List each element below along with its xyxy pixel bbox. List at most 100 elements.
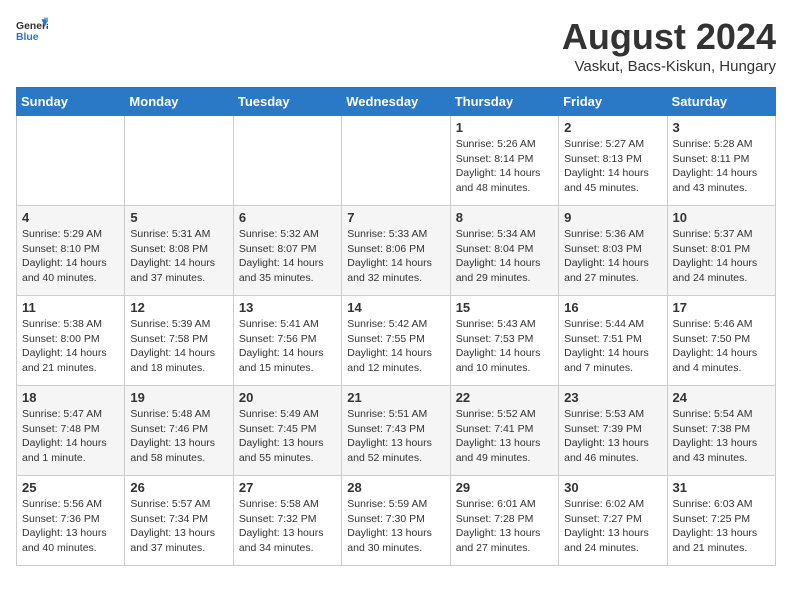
calendar-cell: 31 Sunrise: 6:03 AM Sunset: 7:25 PM Dayli… (667, 476, 775, 566)
day-number: 28 (347, 480, 444, 495)
calendar-cell: 5Sunrise: 5:31 AM Sunset: 8:08 PM Daylig… (125, 206, 233, 296)
day-number: 4 (22, 210, 119, 225)
day-info: Sunrise: 5:56 AM Sunset: 7:36 PM Dayligh… (22, 497, 119, 556)
day-info: Sunrise: 5:46 AM Sunset: 7:50 PM Dayligh… (673, 317, 770, 376)
day-info: Sunrise: 5:48 AM Sunset: 7:46 PM Dayligh… (130, 407, 227, 466)
calendar-cell: 4 Sunrise: 5:29 AM Sunset: 8:10 PM Daylig… (17, 206, 125, 296)
day-number: 7 (347, 210, 444, 225)
day-number: 29 (456, 480, 553, 495)
calendar-cell (233, 116, 341, 206)
day-number: 18 (22, 390, 119, 405)
day-info: Sunrise: 5:59 AM Sunset: 7:30 PM Dayligh… (347, 497, 444, 556)
calendar-cell: 24Sunrise: 5:54 AM Sunset: 7:38 PM Dayli… (667, 386, 775, 476)
day-number: 25 (22, 480, 119, 495)
day-info: Sunrise: 5:57 AM Sunset: 7:34 PM Dayligh… (130, 497, 227, 556)
day-number: 30 (564, 480, 661, 495)
calendar-cell: 19 Sunrise: 5:48 AM Sunset: 7:46 PM Dayli… (125, 386, 233, 476)
day-info: Sunrise: 5:53 AM Sunset: 7:39 PM Dayligh… (564, 407, 661, 466)
day-info: Sunrise: 5:58 AM Sunset: 7:32 PM Dayligh… (239, 497, 336, 556)
day-number: 6 (239, 210, 336, 225)
day-number: 22 (456, 390, 553, 405)
day-number: 31 (673, 480, 770, 495)
day-info: Sunrise: 5:38 AM Sunset: 8:00 PM Dayligh… (22, 317, 119, 376)
main-title: August 2024 (562, 16, 776, 58)
calendar-cell: 27 Sunrise: 5:58 AM Sunset: 7:32 PM Dayli… (233, 476, 341, 566)
calendar-cell: 9Sunrise: 5:36 AM Sunset: 8:03 PM Daylig… (559, 206, 667, 296)
calendar-cell: 28 Sunrise: 5:59 AM Sunset: 7:30 PM Dayli… (342, 476, 450, 566)
calendar-cell: 11 Sunrise: 5:38 AM Sunset: 8:00 PM Dayli… (17, 296, 125, 386)
day-info: Sunrise: 5:47 AM Sunset: 7:48 PM Dayligh… (22, 407, 119, 466)
day-number: 16 (564, 300, 661, 315)
col-header-sunday: Sunday (17, 88, 125, 116)
day-info: Sunrise: 5:51 AM Sunset: 7:43 PM Dayligh… (347, 407, 444, 466)
calendar-cell: 16 Sunrise: 5:44 AM Sunset: 7:51 PM Dayli… (559, 296, 667, 386)
calendar-cell: 3 Sunrise: 5:28 AM Sunset: 8:11 PM Daylig… (667, 116, 775, 206)
day-number: 15 (456, 300, 553, 315)
col-header-thursday: Thursday (450, 88, 558, 116)
day-number: 10 (673, 210, 770, 225)
col-header-saturday: Saturday (667, 88, 775, 116)
day-number: 17 (673, 300, 770, 315)
title-area: August 2024 Vaskut, Bacs-Kiskun, Hungary (562, 16, 776, 75)
day-info: Sunrise: 5:54 AM Sunset: 7:38 PM Dayligh… (673, 407, 770, 466)
day-number: 14 (347, 300, 444, 315)
day-number: 20 (239, 390, 336, 405)
calendar-cell: 30 Sunrise: 6:02 AM Sunset: 7:27 PM Dayli… (559, 476, 667, 566)
calendar-cell: 10Sunrise: 5:37 AM Sunset: 8:01 PM Dayli… (667, 206, 775, 296)
day-number: 1 (456, 120, 553, 135)
day-info: Sunrise: 5:39 AM Sunset: 7:58 PM Dayligh… (130, 317, 227, 376)
col-header-monday: Monday (125, 88, 233, 116)
day-info: Sunrise: 5:28 AM Sunset: 8:11 PM Dayligh… (673, 137, 770, 196)
day-info: Sunrise: 5:52 AM Sunset: 7:41 PM Dayligh… (456, 407, 553, 466)
calendar-cell: 12 Sunrise: 5:39 AM Sunset: 7:58 PM Dayli… (125, 296, 233, 386)
week-row-5: 25 Sunrise: 5:56 AM Sunset: 7:36 PM Dayli… (17, 476, 776, 566)
col-header-friday: Friday (559, 88, 667, 116)
week-row-1: 1 Sunrise: 5:26 AM Sunset: 8:14 PM Daylig… (17, 116, 776, 206)
calendar-cell (17, 116, 125, 206)
day-number: 26 (130, 480, 227, 495)
calendar-cell: 26 Sunrise: 5:57 AM Sunset: 7:34 PM Dayli… (125, 476, 233, 566)
week-row-3: 11 Sunrise: 5:38 AM Sunset: 8:00 PM Dayli… (17, 296, 776, 386)
day-info: Sunrise: 5:26 AM Sunset: 8:14 PM Dayligh… (456, 137, 553, 196)
day-number: 13 (239, 300, 336, 315)
day-info: Sunrise: 5:36 AM Sunset: 8:03 PM Dayligh… (564, 227, 661, 286)
day-info: Sunrise: 6:02 AM Sunset: 7:27 PM Dayligh… (564, 497, 661, 556)
calendar-cell: 1 Sunrise: 5:26 AM Sunset: 8:14 PM Daylig… (450, 116, 558, 206)
day-number: 27 (239, 480, 336, 495)
day-info: Sunrise: 5:27 AM Sunset: 8:13 PM Dayligh… (564, 137, 661, 196)
day-info: Sunrise: 5:43 AM Sunset: 7:53 PM Dayligh… (456, 317, 553, 376)
day-number: 12 (130, 300, 227, 315)
subtitle: Vaskut, Bacs-Kiskun, Hungary (562, 58, 776, 75)
calendar-cell: 25 Sunrise: 5:56 AM Sunset: 7:36 PM Dayli… (17, 476, 125, 566)
calendar-cell: 23Sunrise: 5:53 AM Sunset: 7:39 PM Dayli… (559, 386, 667, 476)
calendar-cell: 18 Sunrise: 5:47 AM Sunset: 7:48 PM Dayli… (17, 386, 125, 476)
day-number: 3 (673, 120, 770, 135)
calendar-cell: 15 Sunrise: 5:43 AM Sunset: 7:53 PM Dayli… (450, 296, 558, 386)
calendar-header-row: SundayMondayTuesdayWednesdayThursdayFrid… (17, 88, 776, 116)
day-info: Sunrise: 5:42 AM Sunset: 7:55 PM Dayligh… (347, 317, 444, 376)
calendar-cell: 8Sunrise: 5:34 AM Sunset: 8:04 PM Daylig… (450, 206, 558, 296)
day-number: 19 (130, 390, 227, 405)
day-info: Sunrise: 6:01 AM Sunset: 7:28 PM Dayligh… (456, 497, 553, 556)
svg-text:Blue: Blue (16, 32, 39, 43)
day-info: Sunrise: 5:34 AM Sunset: 8:04 PM Dayligh… (456, 227, 553, 286)
day-number: 21 (347, 390, 444, 405)
day-info: Sunrise: 5:49 AM Sunset: 7:45 PM Dayligh… (239, 407, 336, 466)
calendar-cell: 21 Sunrise: 5:51 AM Sunset: 7:43 PM Dayli… (342, 386, 450, 476)
day-info: Sunrise: 5:29 AM Sunset: 8:10 PM Dayligh… (22, 227, 119, 286)
day-info: Sunrise: 5:44 AM Sunset: 7:51 PM Dayligh… (564, 317, 661, 376)
calendar-cell: 14 Sunrise: 5:42 AM Sunset: 7:55 PM Dayli… (342, 296, 450, 386)
week-row-2: 4 Sunrise: 5:29 AM Sunset: 8:10 PM Daylig… (17, 206, 776, 296)
calendar-cell: 22 Sunrise: 5:52 AM Sunset: 7:41 PM Dayli… (450, 386, 558, 476)
calendar-cell: 7Sunrise: 5:33 AM Sunset: 8:06 PM Daylig… (342, 206, 450, 296)
day-info: Sunrise: 5:41 AM Sunset: 7:56 PM Dayligh… (239, 317, 336, 376)
day-info: Sunrise: 6:03 AM Sunset: 7:25 PM Dayligh… (673, 497, 770, 556)
week-row-4: 18 Sunrise: 5:47 AM Sunset: 7:48 PM Dayli… (17, 386, 776, 476)
calendar-cell: 20 Sunrise: 5:49 AM Sunset: 7:45 PM Dayli… (233, 386, 341, 476)
header: General Blue August 2024 Vaskut, Bacs-Ki… (16, 16, 776, 75)
day-number: 5 (130, 210, 227, 225)
col-header-wednesday: Wednesday (342, 88, 450, 116)
day-number: 11 (22, 300, 119, 315)
logo-icon: General Blue (16, 16, 48, 48)
day-info: Sunrise: 5:32 AM Sunset: 8:07 PM Dayligh… (239, 227, 336, 286)
